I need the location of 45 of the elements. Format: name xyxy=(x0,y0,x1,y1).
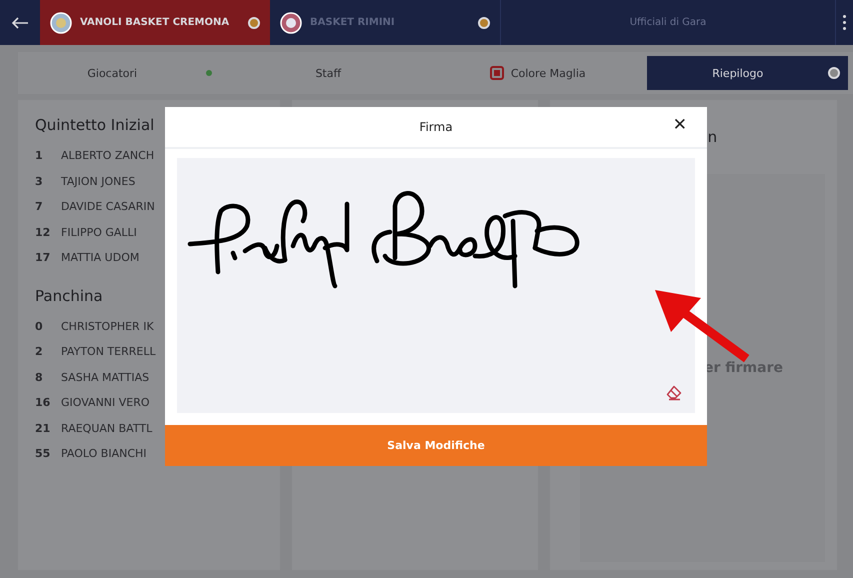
tab-label: Staff xyxy=(314,66,342,80)
section-tab[interactable]: Staff xyxy=(228,56,429,90)
back-arrow-icon xyxy=(11,16,29,28)
team-name: VANOLI BASKET CREMONA xyxy=(80,17,230,28)
jersey-number: 16 xyxy=(35,396,52,410)
team-logo-icon xyxy=(50,12,72,34)
player-name: FILIPPO GALLI xyxy=(61,226,137,239)
player-name: PAOLO BIANCHI xyxy=(61,447,147,460)
section-tab[interactable]: Riepilogo xyxy=(646,56,848,90)
section-tab[interactable]: Colore Maglia xyxy=(437,56,638,90)
tab-label: Colore Maglia xyxy=(510,66,586,80)
save-button[interactable]: Salva Modifiche xyxy=(165,425,707,466)
dialog-title: Firma xyxy=(419,120,453,134)
signature-canvas[interactable] xyxy=(177,158,695,413)
player-name: CHRISTOPHER IK xyxy=(61,320,154,333)
section-tab[interactable]: Giocatori xyxy=(18,56,220,90)
jersey-number: 2 xyxy=(35,345,44,358)
team-logo-icon xyxy=(280,12,302,34)
jersey-number: 7 xyxy=(35,200,44,214)
jersey-number: 0 xyxy=(35,320,44,333)
jersey-number: 21 xyxy=(35,422,52,435)
jersey-number: 3 xyxy=(35,174,44,188)
panel-title: n xyxy=(708,128,718,146)
eraser-icon[interactable] xyxy=(665,385,683,401)
player-name: DAVIDE CASARIN xyxy=(61,200,155,214)
player-name: TAJION JONES xyxy=(61,174,136,188)
player-name: PAYTON TERRELL xyxy=(61,345,156,358)
tab-label: Riepilogo xyxy=(711,66,764,80)
jersey-number: 12 xyxy=(35,226,52,239)
player-name: RAEQUAN BATTL xyxy=(61,422,152,435)
team-name: BASKET RIMINI xyxy=(310,17,396,28)
section-title: Panchina xyxy=(35,286,104,304)
player-name: GIOVANNI VERO xyxy=(61,396,150,410)
close-button[interactable]: ✕ xyxy=(670,115,689,135)
jersey-number: 1 xyxy=(35,149,44,162)
section-title: Quintetto Inizial xyxy=(35,116,156,134)
player-name: MATTIA UDOM xyxy=(61,251,140,264)
jersey-number: 55 xyxy=(35,447,52,460)
jersey-number: 8 xyxy=(35,370,44,384)
player-name: ALBERTO ZANCH xyxy=(61,149,154,162)
team-tab[interactable]: VANOLI BASKET CREMONA xyxy=(40,0,270,45)
jersey-number: 17 xyxy=(35,251,52,264)
tab-label: Giocatori xyxy=(86,66,138,80)
team-tab[interactable]: BASKET RIMINI xyxy=(270,0,500,45)
player-name: SASHA MATTIAS xyxy=(61,370,150,384)
